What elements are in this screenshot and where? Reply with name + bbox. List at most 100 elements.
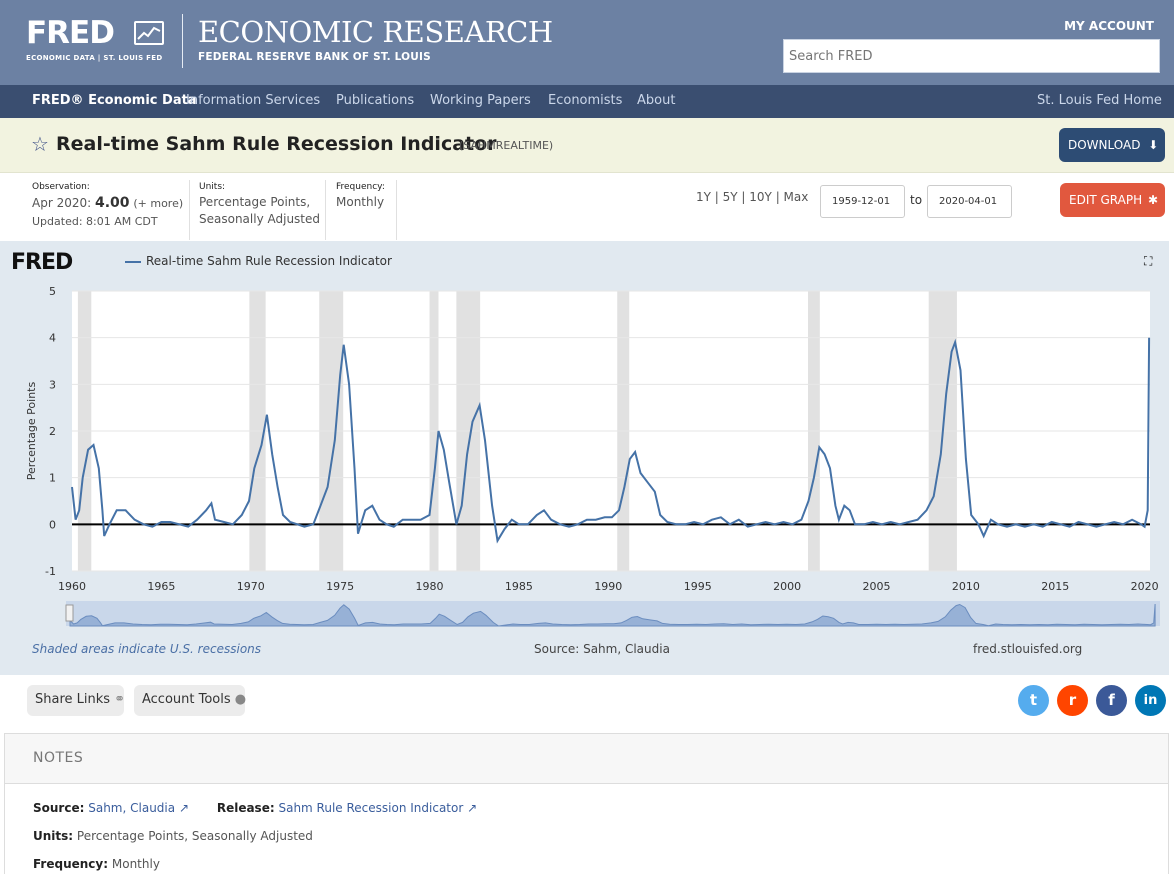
brand-subtitle: FEDERAL RESERVE BANK OF ST. LOUIS xyxy=(198,51,431,63)
observation-number: 4.00 xyxy=(94,195,130,211)
notes-source-row: Source: Sahm, Claudia ↗ Release: Sahm Ru… xyxy=(33,801,477,815)
y-axis-title: Percentage Points xyxy=(25,382,38,481)
reddit-icon[interactable]: r xyxy=(1057,685,1088,716)
legend-label: Real-time Sahm Rule Recession Indicator xyxy=(146,254,392,268)
twitter-icon[interactable]: t xyxy=(1018,685,1049,716)
notes-heading: NOTES xyxy=(33,750,84,766)
source-link[interactable]: Sahm, Claudia xyxy=(88,801,175,815)
download-icon: ⬇ xyxy=(1148,138,1159,152)
x-tick-label: 1975 xyxy=(326,580,354,593)
series-title: Real-time Sahm Rule Recession Indicator xyxy=(56,133,497,155)
header-divider xyxy=(182,14,183,68)
line-chart[interactable]: -1 0 1 2 3 4 5 1960 1965 1970 1975 1980 1985 1990 1995… xyxy=(0,280,1169,630)
legend-swatch xyxy=(125,261,141,263)
x-tick-label: 2010 xyxy=(952,580,980,593)
y-tick-label: 5 xyxy=(49,285,56,298)
observation-more-link[interactable]: (+ more) xyxy=(133,197,183,210)
external-link-icon: ↗ xyxy=(467,801,478,815)
frequency-label: Frequency: xyxy=(336,182,385,192)
nav-item-working-papers[interactable]: Working Papers xyxy=(430,93,531,108)
x-tick-label: 1970 xyxy=(237,580,265,593)
range-selector[interactable]: 1Y | 5Y | 10Y | Max xyxy=(696,190,808,204)
series-id: (SAHMREALTIME) xyxy=(459,139,554,152)
main-nav: FRED® Economic Data Information Services… xyxy=(0,85,1174,118)
y-tick-label: -1 xyxy=(45,565,56,578)
meta-divider xyxy=(396,180,397,240)
logo-wordmark: FRED xyxy=(26,15,115,51)
release-label: Release: xyxy=(216,801,275,815)
sparkline-icon xyxy=(134,21,164,45)
x-tick-label: 1985 xyxy=(505,580,533,593)
edit-graph-label: EDIT GRAPH xyxy=(1069,193,1143,207)
x-tick-label: 2015 xyxy=(1041,580,1069,593)
site-header: FRED ECONOMIC DATA | ST. LOUIS FED ECONO… xyxy=(0,0,1174,85)
notes-header: NOTES xyxy=(5,734,1168,784)
source-label: Source: xyxy=(33,801,85,815)
release-link[interactable]: Sahm Rule Recession Indicator xyxy=(278,801,463,815)
chart-url: fred.stlouisfed.org xyxy=(973,642,1083,656)
link-icon: ⚭ xyxy=(114,692,126,707)
start-date-input[interactable]: 1959-12-01 xyxy=(820,185,905,218)
notes-frequency-value: Monthly xyxy=(111,857,160,871)
x-tick-label: 1965 xyxy=(147,580,175,593)
fullscreen-icon[interactable]: ⛶ xyxy=(1144,254,1152,269)
facebook-icon[interactable]: f xyxy=(1096,685,1127,716)
nav-item-economists[interactable]: Economists xyxy=(548,93,622,108)
y-tick-label: 3 xyxy=(49,378,56,391)
navigator-handle-left xyxy=(65,604,74,622)
x-tick-label: 2000 xyxy=(773,580,801,593)
to-label: to xyxy=(910,193,923,207)
search-input[interactable] xyxy=(783,39,1160,73)
fred-logo[interactable]: FRED ECONOMIC DATA | ST. LOUIS FED xyxy=(26,15,164,62)
y-tick-label: 4 xyxy=(49,332,56,345)
series-title-bar: ☆ Real-time Sahm Rule Recession Indicato… xyxy=(0,118,1174,173)
account-tools-button[interactable]: Account Tools ● xyxy=(134,685,247,716)
y-tick-label: 0 xyxy=(49,518,56,531)
notes-units-row: Units: Percentage Points, Seasonally Adj… xyxy=(33,829,313,843)
y-tick-label: 1 xyxy=(49,472,56,485)
navigator-strip xyxy=(66,601,1160,626)
nav-item-fred[interactable]: FRED® Economic Data xyxy=(32,93,197,108)
notes-units-label: Units: xyxy=(33,829,74,843)
logo-subtitle: ECONOMIC DATA | ST. LOUIS FED xyxy=(26,54,163,62)
x-tick-label: 1980 xyxy=(416,580,444,593)
notes-frequency-row: Frequency: Monthly xyxy=(33,857,160,871)
y-tick-label: 2 xyxy=(49,425,56,438)
x-tick-label: 2005 xyxy=(862,580,890,593)
meta-divider xyxy=(189,180,190,240)
updated-time: Updated: 8:01 AM CDT xyxy=(32,215,158,228)
brand-title: ECONOMIC RESEARCH xyxy=(198,15,553,49)
observation-label: Observation: xyxy=(32,182,90,192)
nav-item-home[interactable]: St. Louis Fed Home xyxy=(1037,93,1162,108)
econ-research-brand[interactable]: ECONOMIC RESEARCH FEDERAL RESERVE BANK O… xyxy=(198,14,553,63)
gear-icon: ✱ xyxy=(1147,193,1159,207)
notes-panel: NOTES Source: Sahm, Claudia ↗ Release: S… xyxy=(4,733,1169,874)
notes-frequency-label: Frequency: xyxy=(33,857,109,871)
nav-item-information-services[interactable]: Information Services xyxy=(186,93,320,108)
observation-date: Apr 2020: xyxy=(32,196,92,210)
chart-fred-logo: FRED xyxy=(11,250,73,275)
account-tools-label: Account Tools xyxy=(142,692,231,707)
edit-graph-button[interactable]: EDIT GRAPH ✱ xyxy=(1060,183,1165,217)
external-link-icon: ↗ xyxy=(178,801,189,815)
x-tick-label: 1960 xyxy=(58,580,86,593)
units-value-2: Seasonally Adjusted xyxy=(199,212,321,226)
my-account-link[interactable]: MY ACCOUNT xyxy=(1064,19,1154,33)
end-date-input[interactable]: 2020-04-01 xyxy=(927,185,1012,218)
nav-item-publications[interactable]: Publications xyxy=(336,93,414,108)
units-label: Units: xyxy=(199,182,226,192)
share-links-label: Share Links xyxy=(35,692,111,707)
share-links-button[interactable]: Share Links ⚭ xyxy=(27,685,126,716)
units-value: Percentage Points, xyxy=(199,195,311,209)
recession-note[interactable]: Shaded areas indicate U.S. recessions xyxy=(32,642,261,656)
x-tick-label: 2020 xyxy=(1131,580,1159,593)
observation-value: Apr 2020: 4.00 (+ more) xyxy=(32,195,183,212)
chart-source: Source: Sahm, Claudia xyxy=(534,642,670,656)
x-tick-label: 1990 xyxy=(594,580,622,593)
nav-item-about[interactable]: About xyxy=(637,93,675,108)
user-icon: ● xyxy=(234,692,247,707)
linkedin-icon[interactable]: in xyxy=(1135,685,1166,716)
frequency-value: Monthly xyxy=(336,195,385,209)
star-icon[interactable]: ☆ xyxy=(31,132,49,156)
download-button[interactable]: DOWNLOAD ⬇ xyxy=(1059,128,1165,162)
